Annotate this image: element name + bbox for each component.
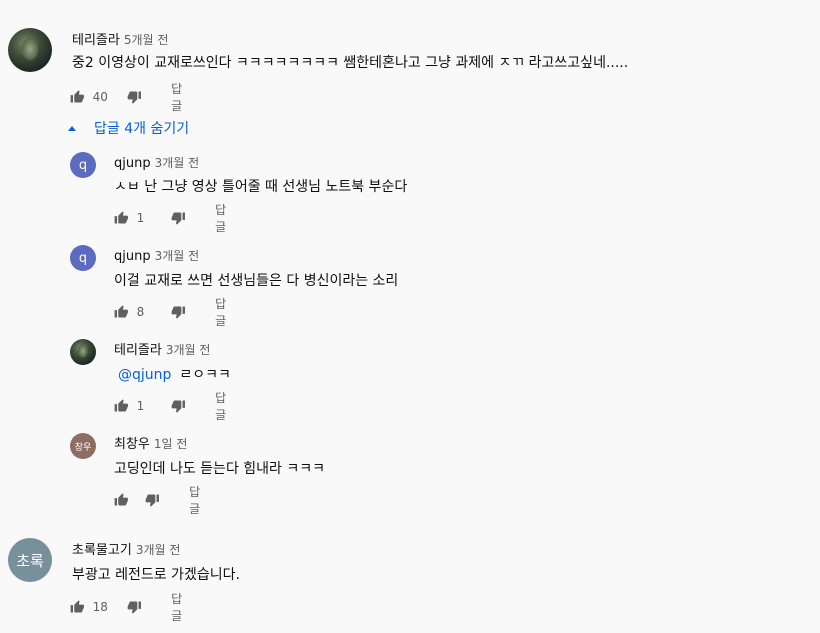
avatar[interactable]: q [70, 245, 96, 271]
comment-author[interactable]: 초록물고기 [72, 543, 132, 558]
reply-button[interactable]: 답글 [215, 389, 233, 423]
reply-author[interactable]: 최창우 [114, 437, 150, 452]
avatar[interactable]: q [70, 152, 96, 178]
reply-text: 이걸 교재로 쓰면 선생님들은 다 병신이라는 소리 [114, 273, 399, 289]
reply-time[interactable]: 3개월 전 [155, 249, 200, 263]
mention-link[interactable]: @qjunp [118, 367, 171, 383]
reply-button[interactable]: 답글 [215, 295, 233, 329]
hide-replies-toggle[interactable]: 답글 4개 숨기기 [68, 118, 189, 138]
avatar[interactable]: 창우 [70, 433, 96, 459]
reply-text: 고딩인데 나도 듣는다 힘내라 ㅋㅋㅋ [114, 461, 325, 477]
reply-actions: 8 답글 [114, 297, 233, 328]
thumb-up-icon[interactable] [114, 303, 129, 321]
thumb-up-icon[interactable] [114, 397, 129, 415]
comment-header: 테리즐라 5개월 전 [72, 29, 168, 48]
reply-actions: 1 답글 [114, 203, 233, 234]
reply-time[interactable]: 3개월 전 [166, 343, 211, 357]
thumb-down-icon[interactable] [171, 303, 186, 321]
thumb-up-icon[interactable] [114, 209, 129, 227]
comment-time[interactable]: 5개월 전 [124, 33, 169, 47]
mech-warrior-avatar[interactable] [8, 28, 52, 72]
like-count: 1 [136, 211, 145, 225]
mech-warrior-avatar[interactable] [70, 339, 96, 365]
reply-body: ㄹㅇㅋㅋ [179, 367, 231, 383]
reply-button[interactable]: 답글 [189, 483, 207, 517]
thumb-down-icon[interactable] [171, 209, 186, 227]
comment-actions: 18 답글 [70, 592, 189, 623]
thumb-down-icon[interactable] [145, 491, 160, 509]
reply-time[interactable]: 3개월 전 [155, 156, 200, 170]
thumb-up-icon[interactable] [70, 88, 85, 106]
comment-text: 부광고 레전드로 가겠습니다. [72, 567, 240, 583]
reply-author[interactable]: qjunp [114, 249, 151, 264]
like-count: 18 [92, 600, 108, 614]
thumb-up-icon[interactable] [114, 491, 129, 509]
reply-button[interactable]: 답글 [171, 80, 189, 114]
thumb-up-icon[interactable] [70, 598, 85, 616]
hide-replies-label: 답글 4개 숨기기 [94, 121, 190, 137]
like-count: 1 [136, 399, 145, 413]
comment-actions: 40 답글 [70, 82, 189, 113]
thumb-down-icon[interactable] [171, 397, 186, 415]
reply-text: ㅅㅂ 난 그냥 영상 틀어줄 때 선생님 노트북 부순다 [114, 179, 408, 195]
caret-up-icon [68, 125, 76, 131]
reply-author[interactable]: qjunp [114, 156, 151, 171]
reply-actions: 1 답글 [114, 391, 233, 422]
comment-time[interactable]: 3개월 전 [136, 543, 181, 557]
reply-actions: 답글 [114, 485, 207, 516]
like-count: 8 [136, 305, 145, 319]
reply-author[interactable]: 테리즐라 [114, 343, 162, 358]
reply-time[interactable]: 1일 전 [154, 437, 188, 451]
reply-button[interactable]: 답글 [171, 590, 189, 624]
thumb-down-icon[interactable] [127, 88, 142, 106]
reply-text: @qjunp ㄹㅇㅋㅋ [118, 364, 231, 384]
comment-author[interactable]: 테리즐라 [72, 33, 120, 48]
thumb-down-icon[interactable] [127, 598, 142, 616]
reply-button[interactable]: 답글 [215, 201, 233, 235]
comment-text: 중2 이영상이 교재로쓰인다 ㅋㅋㅋㅋㅋㅋㅋㅋ 쌤한테혼나고 그냥 과제에 ㅈㄲ… [72, 55, 629, 71]
avatar[interactable]: 초록 [8, 538, 52, 582]
like-count: 40 [92, 90, 108, 104]
